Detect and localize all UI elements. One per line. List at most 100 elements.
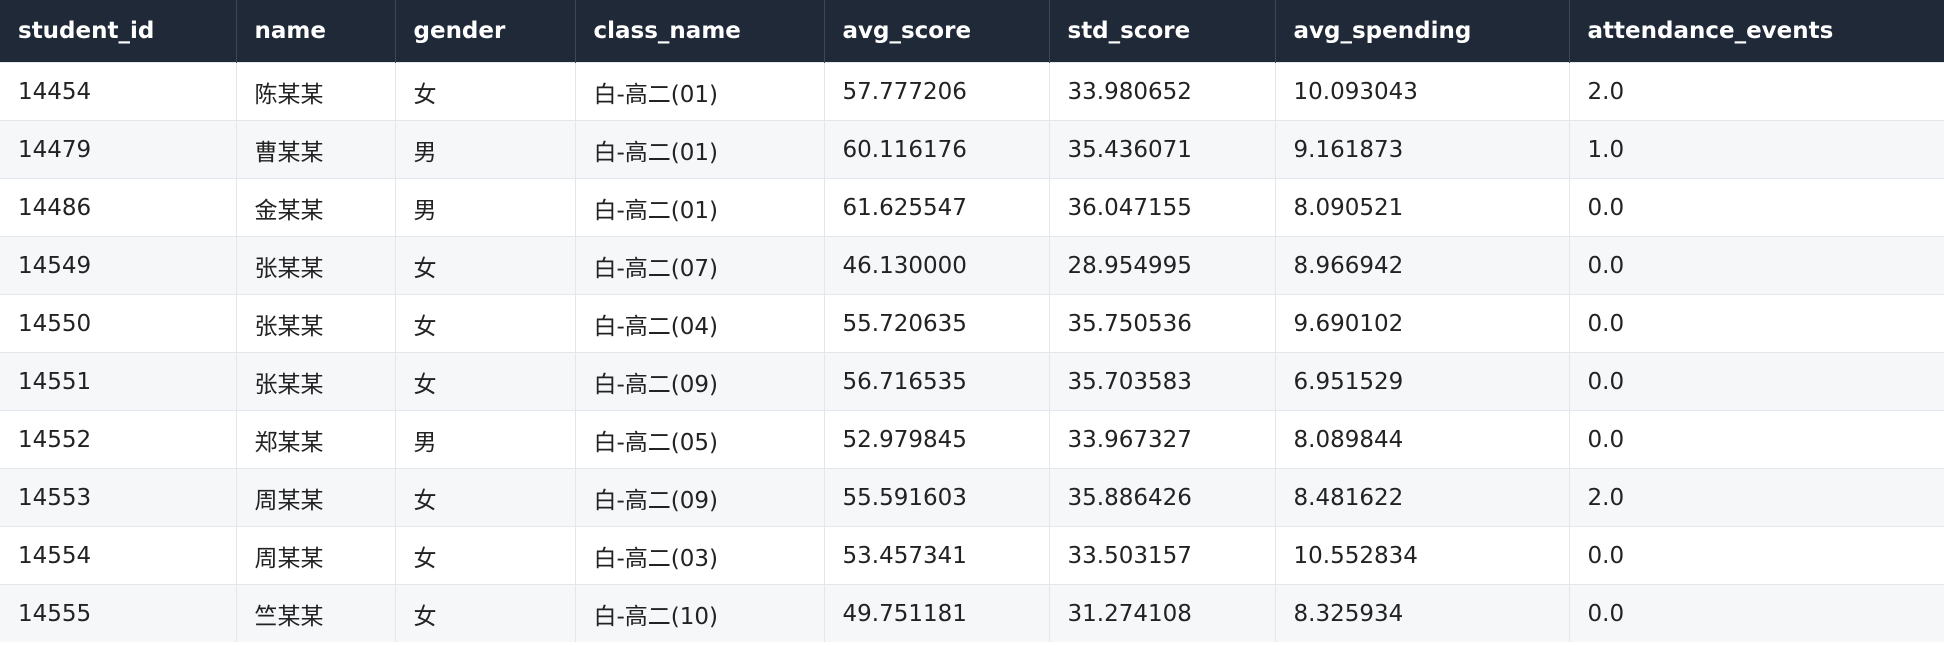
cell-std-score: 35.750536 xyxy=(1049,294,1276,353)
column-header-std-score[interactable]: std_score xyxy=(1049,0,1276,63)
cell-std-score: 33.967327 xyxy=(1049,410,1276,469)
cell-avg-spending: 10.093043 xyxy=(1275,62,1570,121)
cell-avg-spending: 6.951529 xyxy=(1275,352,1570,411)
cell-class-name: 白-高二(09) xyxy=(575,468,825,527)
cell-class-name: 白-高二(07) xyxy=(575,236,825,295)
cell-name: 周某某 xyxy=(236,526,396,585)
cell-attendance-events: 0.0 xyxy=(1569,236,1944,295)
cell-student-id: 14550 xyxy=(0,294,237,353)
cell-std-score: 35.886426 xyxy=(1049,468,1276,527)
data-table-container: student_id name gender class_name avg_sc… xyxy=(0,0,1944,642)
cell-name: 周某某 xyxy=(236,468,396,527)
cell-class-name: 白-高二(01) xyxy=(575,120,825,179)
cell-name: 曹某某 xyxy=(236,120,396,179)
cell-name: 张某某 xyxy=(236,352,396,411)
cell-attendance-events: 0.0 xyxy=(1569,294,1944,353)
cell-student-id: 14454 xyxy=(0,62,237,121)
cell-name: 竺某某 xyxy=(236,584,396,642)
cell-student-id: 14553 xyxy=(0,468,237,527)
table-row[interactable]: 14550 张某某女白-高二(04) 55.720635 35.750536 9.690… xyxy=(0,294,1944,353)
cell-student-id: 14552 xyxy=(0,410,237,469)
cell-attendance-events: 0.0 xyxy=(1569,584,1944,642)
cell-attendance-events: 0.0 xyxy=(1569,352,1944,411)
cell-avg-score: 53.457341 xyxy=(824,526,1050,585)
cell-avg-score: 52.979845 xyxy=(824,410,1050,469)
cell-std-score: 33.503157 xyxy=(1049,526,1276,585)
data-table: student_id name gender class_name avg_sc… xyxy=(0,0,1944,642)
column-header-name[interactable]: name xyxy=(236,0,396,63)
cell-name: 陈某某 xyxy=(236,62,396,121)
table-row[interactable]: 14486 金某某男白-高二(01) 61.625547 36.047155 8.090… xyxy=(0,178,1944,237)
cell-gender: 男 xyxy=(395,120,576,179)
table-row[interactable]: 14549 张某某女白-高二(07) 46.130000 28.954995 8.966… xyxy=(0,236,1944,295)
cell-class-name: 白-高二(09) xyxy=(575,352,825,411)
cell-avg-score: 46.130000 xyxy=(824,236,1050,295)
cell-class-name: 白-高二(04) xyxy=(575,294,825,353)
cell-std-score: 35.703583 xyxy=(1049,352,1276,411)
cell-student-id: 14479 xyxy=(0,120,237,179)
cell-std-score: 36.047155 xyxy=(1049,178,1276,237)
cell-std-score: 28.954995 xyxy=(1049,236,1276,295)
cell-avg-score: 60.116176 xyxy=(824,120,1050,179)
cell-gender: 男 xyxy=(395,410,576,469)
cell-name: 张某某 xyxy=(236,294,396,353)
column-header-student-id[interactable]: student_id xyxy=(0,0,237,63)
column-header-avg-spending[interactable]: avg_spending xyxy=(1275,0,1570,63)
cell-gender: 女 xyxy=(395,352,576,411)
cell-student-id: 14551 xyxy=(0,352,237,411)
table-row[interactable]: 14454 陈某某女白-高二(01) 57.777206 33.980652 10.09… xyxy=(0,62,1944,121)
cell-gender: 女 xyxy=(395,294,576,353)
cell-avg-score: 57.777206 xyxy=(824,62,1050,121)
cell-std-score: 31.274108 xyxy=(1049,584,1276,642)
cell-student-id: 14554 xyxy=(0,526,237,585)
cell-name: 郑某某 xyxy=(236,410,396,469)
table-header: student_id name gender class_name avg_sc… xyxy=(0,0,1944,63)
table-row[interactable]: 14552 郑某某男白-高二(05) 52.979845 33.967327 8.089… xyxy=(0,410,1944,469)
cell-gender: 女 xyxy=(395,584,576,642)
cell-avg-spending: 8.089844 xyxy=(1275,410,1570,469)
cell-avg-spending: 9.161873 xyxy=(1275,120,1570,179)
table-row[interactable]: 14479 曹某某男白-高二(01) 60.116176 35.436071 9.161… xyxy=(0,120,1944,179)
cell-std-score: 35.436071 xyxy=(1049,120,1276,179)
cell-avg-spending: 8.481622 xyxy=(1275,468,1570,527)
table-body: 14454 陈某某女白-高二(01) 57.777206 33.980652 10.09… xyxy=(0,62,1944,642)
cell-avg-spending: 10.552834 xyxy=(1275,526,1570,585)
cell-gender: 女 xyxy=(395,468,576,527)
cell-avg-score: 55.720635 xyxy=(824,294,1050,353)
table-row[interactable]: 14555 竺某某女白-高二(10) 49.751181 31.274108 8.325… xyxy=(0,584,1944,642)
table-row[interactable]: 14553 周某某女白-高二(09) 55.591603 35.886426 8.481… xyxy=(0,468,1944,527)
cell-avg-score: 61.625547 xyxy=(824,178,1050,237)
cell-std-score: 33.980652 xyxy=(1049,62,1276,121)
cell-attendance-events: 0.0 xyxy=(1569,178,1944,237)
cell-student-id: 14555 xyxy=(0,584,237,642)
cell-gender: 男 xyxy=(395,178,576,237)
header-row: student_id name gender class_name avg_sc… xyxy=(0,0,1944,63)
cell-gender: 女 xyxy=(395,236,576,295)
cell-avg-spending: 8.090521 xyxy=(1275,178,1570,237)
cell-attendance-events: 0.0 xyxy=(1569,526,1944,585)
cell-student-id: 14486 xyxy=(0,178,237,237)
table-row[interactable]: 14551 张某某女白-高二(09) 56.716535 35.703583 6.951… xyxy=(0,352,1944,411)
cell-avg-spending: 9.690102 xyxy=(1275,294,1570,353)
cell-avg-spending: 8.966942 xyxy=(1275,236,1570,295)
cell-class-name: 白-高二(01) xyxy=(575,178,825,237)
column-header-gender[interactable]: gender xyxy=(395,0,576,63)
cell-class-name: 白-高二(10) xyxy=(575,584,825,642)
cell-student-id: 14549 xyxy=(0,236,237,295)
cell-avg-score: 56.716535 xyxy=(824,352,1050,411)
cell-class-name: 白-高二(01) xyxy=(575,62,825,121)
cell-name: 张某某 xyxy=(236,236,396,295)
cell-attendance-events: 2.0 xyxy=(1569,468,1944,527)
cell-attendance-events: 2.0 xyxy=(1569,62,1944,121)
cell-avg-spending: 8.325934 xyxy=(1275,584,1570,642)
column-header-avg-score[interactable]: avg_score xyxy=(824,0,1050,63)
cell-avg-score: 49.751181 xyxy=(824,584,1050,642)
column-header-class-name[interactable]: class_name xyxy=(575,0,825,63)
cell-gender: 女 xyxy=(395,62,576,121)
cell-avg-score: 55.591603 xyxy=(824,468,1050,527)
cell-class-name: 白-高二(03) xyxy=(575,526,825,585)
cell-gender: 女 xyxy=(395,526,576,585)
table-row[interactable]: 14554 周某某女白-高二(03) 53.457341 33.503157 10.55… xyxy=(0,526,1944,585)
column-header-attendance-events[interactable]: attendance_events xyxy=(1569,0,1944,63)
cell-attendance-events: 0.0 xyxy=(1569,410,1944,469)
